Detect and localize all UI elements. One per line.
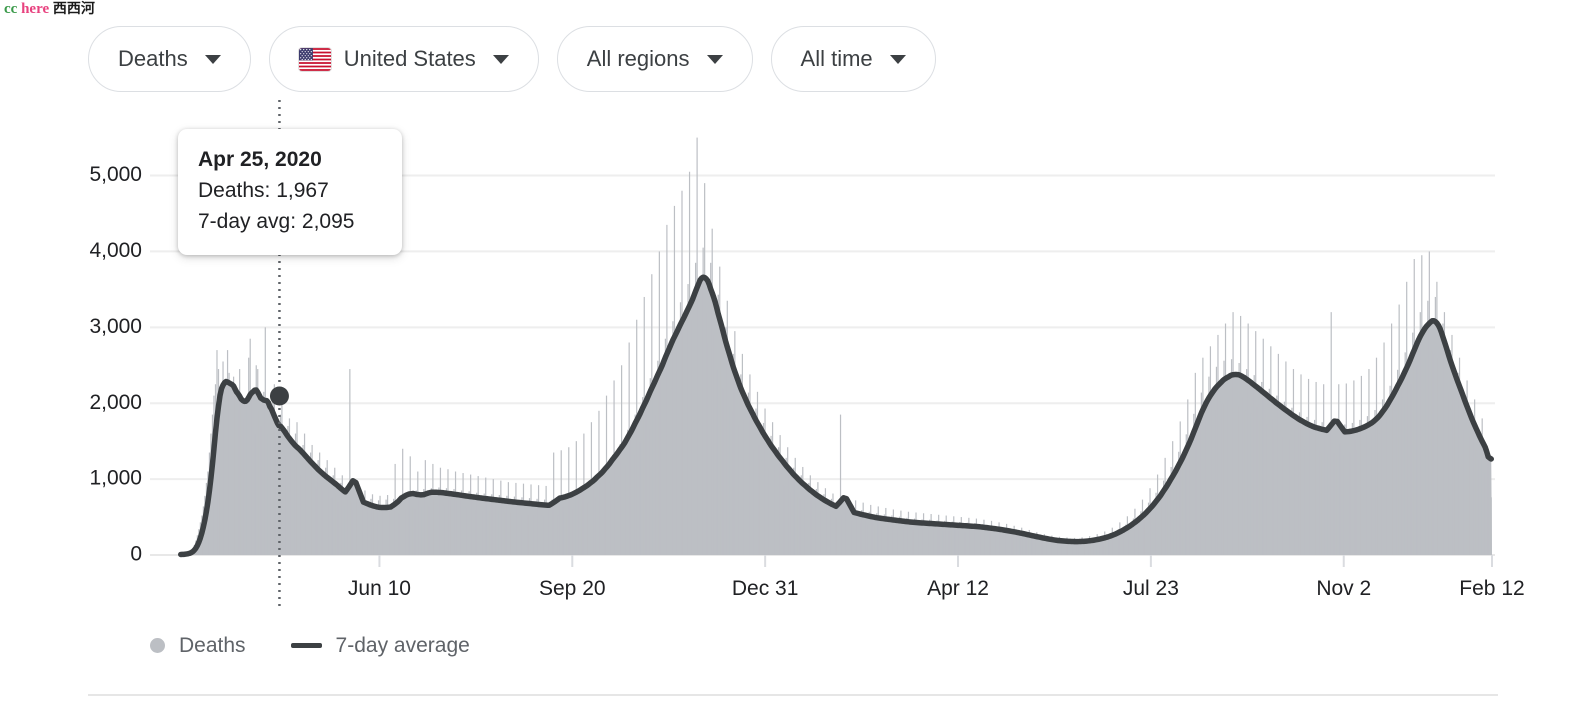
regions-filter-chip[interactable]: All regions (556, 26, 753, 92)
legend-item-average[interactable]: 7-day average (290, 634, 470, 657)
svg-text:2,000: 2,000 (89, 391, 142, 414)
svg-text:1,000: 1,000 (89, 467, 142, 490)
metric-filter-label: Deaths (118, 46, 188, 71)
legend-label-average: 7-day average (335, 634, 470, 657)
watermark-cn: 西西河 (52, 1, 95, 17)
legend-label-deaths: Deaths (179, 634, 246, 657)
tooltip-average: 7-day avg: 2,095 (198, 210, 355, 233)
chevron-down-icon (492, 54, 509, 64)
svg-text:Nov 2: Nov 2 (1316, 577, 1371, 600)
tooltip-deaths: Deaths: 1,967 (198, 179, 329, 202)
metric-filter-chip[interactable]: Deaths (88, 26, 251, 92)
svg-text:Apr 12: Apr 12 (927, 577, 989, 600)
legend-dot-icon (150, 638, 165, 653)
chevron-down-icon (204, 54, 221, 64)
tooltip-date: Apr 25, 2020 (198, 148, 322, 171)
hover-tooltip: Apr 25, 2020 Deaths: 1,967 7-day avg: 2,… (178, 129, 402, 255)
location-filter-label: United States (343, 46, 476, 71)
hover-marker (269, 386, 289, 406)
watermark-cc: cc (4, 1, 18, 17)
chart-legend: Deaths 7-day average (150, 635, 470, 656)
svg-text:Jul 23: Jul 23 (1123, 577, 1179, 600)
svg-text:0: 0 (130, 543, 142, 566)
bottom-divider (88, 694, 1498, 696)
covid-chart-page: cc here 西西河 Deaths United States All reg… (0, 0, 1570, 728)
legend-line-icon (290, 643, 322, 648)
timerange-filter-chip[interactable]: All time (770, 26, 936, 92)
svg-text:Sep 20: Sep 20 (539, 577, 606, 600)
us-flag-icon (298, 47, 331, 71)
svg-text:3,000: 3,000 (89, 315, 142, 338)
watermark: cc here 西西河 (4, 1, 95, 17)
svg-text:Feb 12: Feb 12 (1459, 577, 1524, 600)
x-axis: Jun 10 Sep 20 Dec 31 Apr 12 Jul 23 Nov 2 Feb 1… (348, 555, 1525, 600)
timerange-filter-label: All time (800, 46, 873, 71)
regions-filter-label: All regions (586, 46, 690, 71)
location-filter-chip[interactable]: United States (268, 26, 539, 92)
svg-text:5,000: 5,000 (89, 163, 142, 186)
svg-text:Dec 31: Dec 31 (732, 577, 799, 600)
svg-text:4,000: 4,000 (89, 239, 142, 262)
chevron-down-icon (706, 54, 723, 64)
filter-chip-row: Deaths United States All regions All tim… (88, 26, 936, 92)
svg-text:Jun 10: Jun 10 (348, 577, 411, 600)
chevron-down-icon (889, 54, 906, 64)
legend-item-deaths[interactable]: Deaths (150, 635, 246, 656)
watermark-here: here (21, 1, 50, 17)
